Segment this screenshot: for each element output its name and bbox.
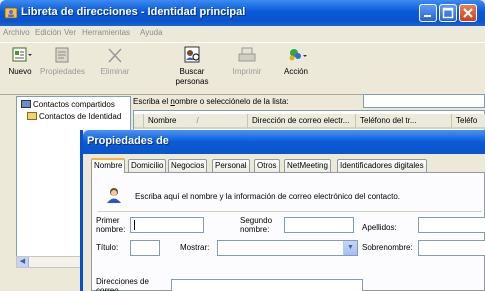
tab-otros[interactable]: Otros: [254, 159, 280, 172]
new-button[interactable]: Nuevo: [4, 45, 36, 77]
dialog-titlebar[interactable]: Propiedades de: [83, 130, 485, 154]
search-input[interactable]: [363, 94, 485, 108]
tab-panel-nombre: Escriba aquí el nombre y la información …: [91, 172, 485, 291]
column-header-icon[interactable]: [134, 114, 144, 129]
properties-button[interactable]: Propiedades: [40, 45, 85, 77]
chevron-down-icon[interactable]: ▼: [343, 241, 357, 255]
action-button[interactable]: Acción: [280, 45, 312, 77]
address-book-icon: [4, 7, 18, 19]
minimize-button[interactable]: [419, 4, 437, 22]
last-name-label: Apellidos:: [362, 223, 397, 232]
separator: [98, 211, 482, 212]
menu-edicion[interactable]: Edición: [35, 28, 61, 37]
menu-ayuda[interactable]: Ayuda: [140, 28, 163, 37]
dialog-title: Propiedades de: [87, 135, 169, 147]
toolbar: Nuevo Propiedades Eliminar Buscar person…: [0, 42, 485, 95]
tab-netmeeting[interactable]: NetMeeting: [284, 159, 331, 172]
tree-item-shared-contacts[interactable]: Contactos compartidos: [21, 100, 115, 111]
folder-icon: [27, 112, 37, 120]
menu-ver[interactable]: Ver: [64, 28, 76, 37]
middle-name-input[interactable]: [284, 217, 354, 233]
tab-nombre[interactable]: Nombre: [91, 158, 126, 173]
first-name-label: Primer nombre:: [96, 216, 126, 234]
maximize-button[interactable]: [439, 4, 457, 22]
display-label: Mostrar:: [180, 243, 210, 252]
close-button[interactable]: [459, 4, 477, 22]
tab-digital-ids[interactable]: Identificadores digitales: [337, 159, 427, 172]
delete-icon: [108, 48, 122, 63]
scroll-left-icon[interactable]: ◀: [17, 257, 29, 267]
middle-name-label: Segundo nombre:: [240, 216, 273, 234]
tree-item-identity-contacts[interactable]: Contactos de Identidad: [27, 112, 121, 123]
find-people-button[interactable]: Buscar personas: [172, 45, 212, 87]
action-icon: [289, 49, 307, 61]
menu-herramientas[interactable]: Herramientas: [82, 28, 130, 37]
title-input[interactable]: [130, 240, 160, 256]
properties-icon: [55, 47, 69, 63]
nickname-input[interactable]: [418, 240, 485, 256]
column-header-email[interactable]: Dirección de correo electr...: [248, 114, 356, 129]
info-text: Escriba aquí el nombre y la información …: [135, 192, 401, 201]
column-header-business-phone[interactable]: Teléfono del tr...: [356, 114, 452, 129]
new-contact-icon: [12, 47, 32, 62]
nickname-label: Sobrenombre:: [362, 243, 413, 252]
maximize-icon: [442, 7, 454, 19]
display-select[interactable]: ▼: [217, 240, 358, 256]
tab-negocios[interactable]: Negocios: [168, 159, 208, 172]
find-people-icon: [184, 46, 200, 63]
contact-card-icon: [107, 188, 121, 203]
delete-button[interactable]: Eliminar: [97, 45, 133, 77]
close-icon: [463, 8, 473, 18]
column-header-name[interactable]: Nombre /: [144, 114, 248, 129]
email-addresses-label: Direcciones de correo: [96, 277, 149, 291]
properties-dialog: Propiedades de Nombre Domicilio Negocios…: [80, 130, 485, 291]
search-label: Escriba el nombre o selecciónelo de la l…: [133, 97, 289, 106]
column-header-phone[interactable]: Teléfo: [452, 114, 485, 129]
menu-bar: Archivo Edición Ver Herramientas Ayuda: [0, 26, 485, 41]
first-name-input[interactable]: [130, 217, 204, 233]
email-input[interactable]: [171, 279, 363, 291]
window-titlebar[interactable]: Libreta de direcciones - Identidad princ…: [0, 0, 485, 26]
tab-personal[interactable]: Personal: [212, 159, 250, 172]
contacts-folder-icon: [21, 100, 31, 108]
tab-domicilio[interactable]: Domicilio: [128, 159, 167, 172]
last-name-input[interactable]: [418, 217, 485, 233]
menu-archivo[interactable]: Archivo: [3, 28, 30, 37]
window-title: Libreta de direcciones - Identidad princ…: [21, 6, 246, 18]
minimize-icon: [424, 15, 431, 17]
printer-icon: [238, 47, 256, 62]
title-label: Título:: [96, 243, 119, 252]
print-button[interactable]: Imprimir: [229, 45, 265, 77]
